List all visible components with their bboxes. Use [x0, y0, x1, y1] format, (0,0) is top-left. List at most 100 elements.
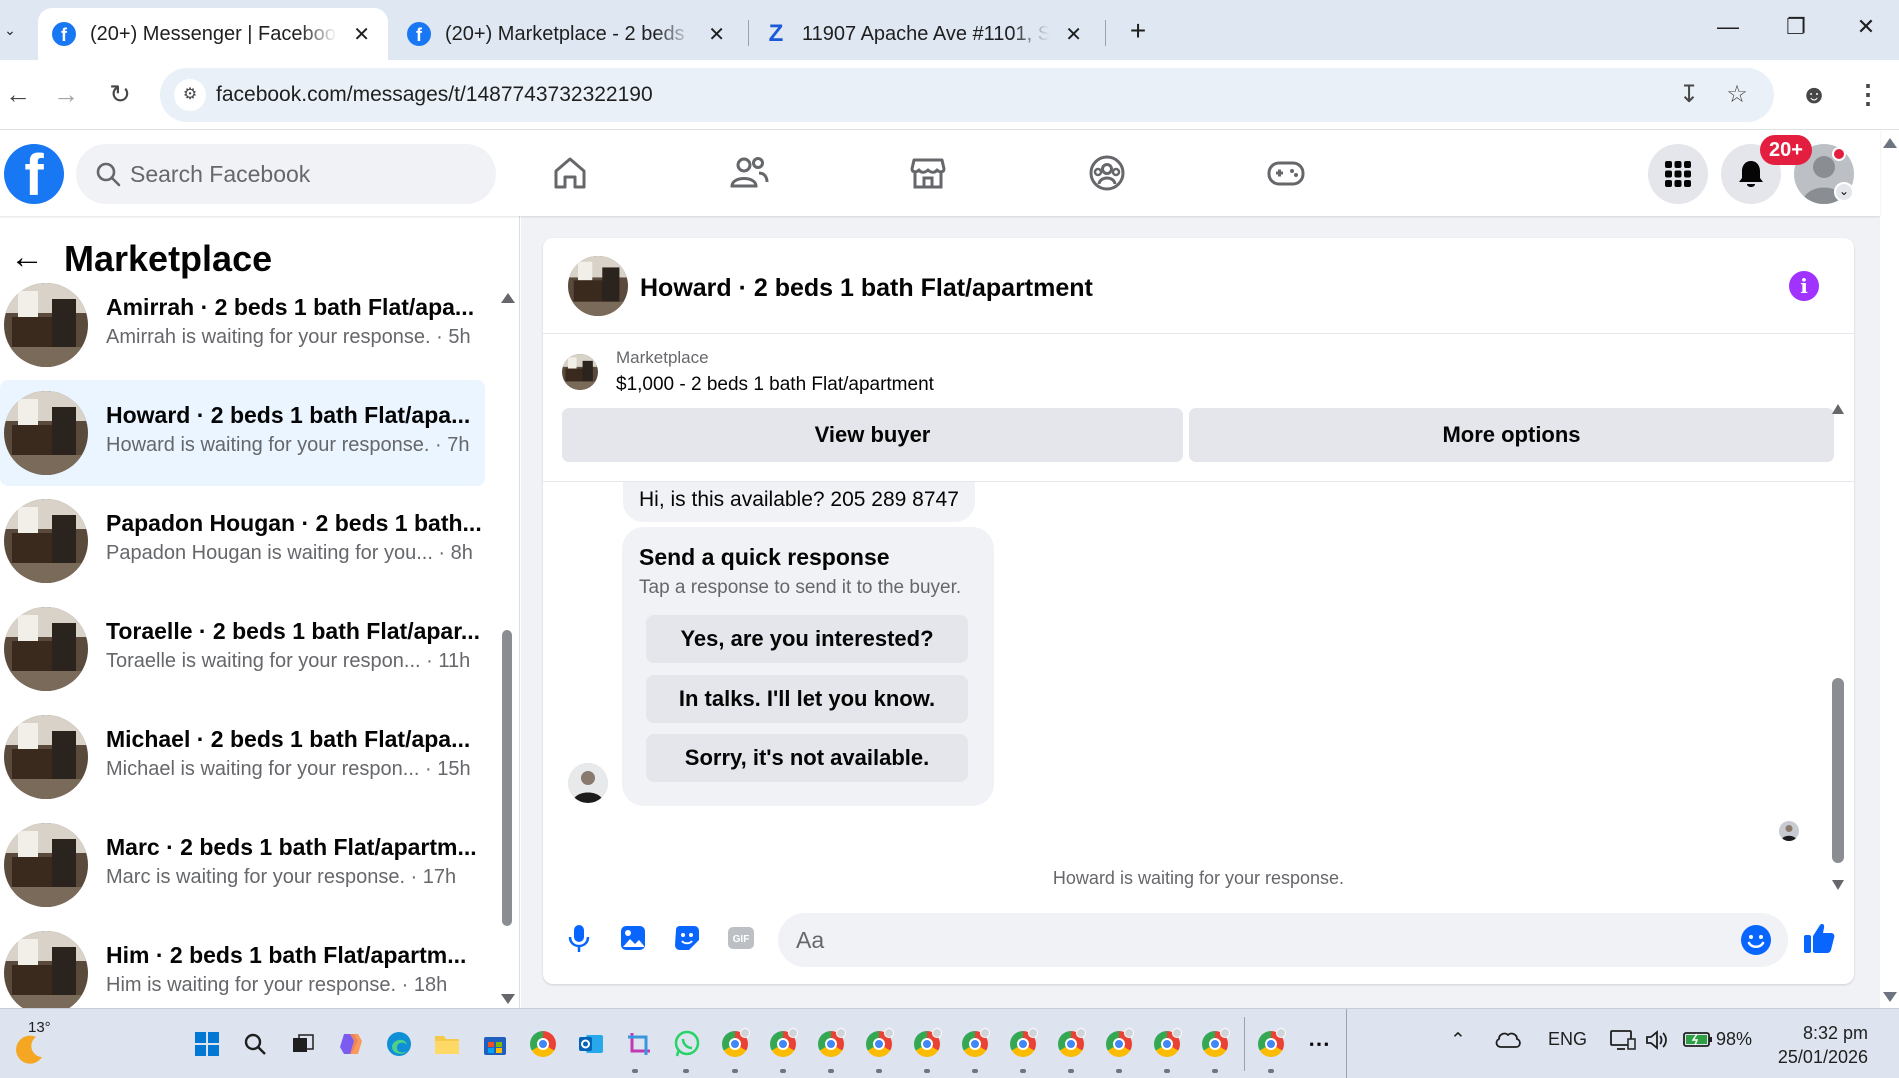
chrome-window-icon[interactable] [768, 1028, 798, 1059]
address-bar[interactable]: ⚙ facebook.com/messages/t/14877437323221… [160, 68, 1774, 122]
tray-chevron-icon[interactable]: ⌃ [1450, 1029, 1466, 1052]
back-icon[interactable]: ← [0, 76, 36, 112]
edge-browser-icon[interactable] [384, 1029, 414, 1059]
new-tab-button[interactable]: + [1120, 14, 1156, 50]
like-thumb-icon[interactable] [1800, 919, 1838, 957]
more-apps-icon[interactable]: ⋯ [1304, 1029, 1334, 1059]
profile-icon[interactable]: ☻ [1796, 76, 1832, 112]
incoming-message-bubble[interactable]: Hi, is this available? 205 289 8747 [623, 482, 975, 522]
groups-icon[interactable] [1082, 148, 1132, 198]
conversation-item-papadon-hougan[interactable]: Papadon Hougan · 2 beds 1 bath... Papado… [0, 488, 485, 594]
chrome-window-icon[interactable] [1200, 1028, 1230, 1059]
battery-icon[interactable] [1683, 1029, 1713, 1055]
outlook-icon[interactable] [576, 1029, 606, 1059]
info-icon[interactable]: i [1789, 271, 1819, 301]
quick-response-not-available-button[interactable]: Sorry, it's not available. [646, 734, 968, 782]
chat-listing-avatar[interactable] [568, 256, 628, 316]
chat-scrollbar[interactable] [1832, 678, 1844, 863]
emoji-icon[interactable] [1740, 924, 1772, 956]
more-options-button[interactable]: More options [1189, 408, 1834, 462]
task-view-icon[interactable] [288, 1029, 318, 1059]
browser-menu-icon[interactable]: ⋮ [1850, 76, 1886, 112]
windows-start-icon[interactable] [192, 1029, 222, 1059]
url-text[interactable]: facebook.com/messages/t/1487743732322190 [216, 83, 653, 107]
browser-tab-messenger[interactable]: f (20+) Messenger | Facebook ✕ [38, 8, 388, 60]
minimize-icon[interactable]: — [1708, 14, 1748, 46]
snipping-tool-icon[interactable] [624, 1029, 654, 1059]
chrome-window-icon[interactable] [1104, 1028, 1134, 1059]
chrome-taskbar-icon[interactable] [528, 1029, 558, 1059]
restore-icon[interactable]: ❐ [1776, 14, 1816, 46]
copilot-icon[interactable] [336, 1029, 366, 1059]
quick-response-in-talks-button[interactable]: In talks. I'll let you know. [646, 675, 968, 723]
chrome-window-icon[interactable] [1152, 1028, 1182, 1059]
photo-icon[interactable] [616, 921, 650, 955]
tab-search-chevron-icon[interactable]: ⌄ [0, 18, 20, 42]
onedrive-cloud-icon[interactable] [1494, 1029, 1522, 1055]
chrome-window-icon[interactable] [912, 1028, 942, 1059]
scroll-down-arrow-icon[interactable] [501, 994, 515, 1004]
browser-tab-marketplace[interactable]: f (20+) Marketplace - 2 beds 1 bath ✕ [393, 8, 743, 60]
search-box[interactable] [76, 144, 496, 204]
back-arrow-icon[interactable]: ← [10, 240, 46, 276]
chrome-window-icon[interactable] [960, 1028, 990, 1059]
conversation-item-him[interactable]: Him · 2 beds 1 bath Flat/apartm... Him i… [0, 920, 485, 1008]
network-monitor-icon[interactable] [1610, 1029, 1636, 1057]
conversation-item-amirrah[interactable]: Amirrah · 2 beds 1 bath Flat/apa... Amir… [0, 272, 485, 378]
sticker-icon[interactable] [670, 921, 704, 955]
microphone-icon[interactable] [562, 921, 596, 955]
file-explorer-icon[interactable] [432, 1029, 462, 1059]
message-composer[interactable] [778, 913, 1788, 967]
chrome-window-icon[interactable] [816, 1028, 846, 1059]
gif-icon[interactable]: GIF [724, 921, 758, 955]
marketplace-icon[interactable] [903, 148, 953, 198]
bookmark-star-icon[interactable]: ☆ [1722, 80, 1752, 110]
page-scroll-down-icon[interactable] [1883, 992, 1897, 1002]
chrome-window-icon[interactable] [864, 1028, 894, 1059]
conversation-item-toraelle[interactable]: Toraelle · 2 beds 1 bath Flat/apar... To… [0, 596, 485, 702]
browser-tab-zillow[interactable]: Z 11907 Apache Ave #1101, Savannah ✕ [750, 8, 1100, 60]
quick-response-yes-button[interactable]: Yes, are you interested? [646, 615, 968, 663]
close-tab-icon[interactable]: ✕ [1065, 22, 1082, 47]
page-scroll-up-icon[interactable] [1883, 138, 1897, 148]
page-scrollbar[interactable] [1880, 130, 1899, 1008]
account-chevron-icon[interactable]: ⌄ [1834, 182, 1854, 202]
listing-price[interactable]: $1,000 - 2 beds 1 bath Flat/apartment [616, 374, 934, 396]
close-tab-icon[interactable]: ✕ [708, 22, 725, 47]
view-buyer-button[interactable]: View buyer [562, 408, 1183, 462]
microsoft-store-icon[interactable] [480, 1029, 510, 1059]
gaming-icon[interactable] [1261, 148, 1311, 198]
chrome-window-icon[interactable] [1008, 1028, 1038, 1059]
chat-scroll-up-icon[interactable] [1832, 404, 1844, 414]
chrome-window-icon[interactable] [1256, 1028, 1286, 1059]
facebook-logo-icon[interactable]: f [4, 144, 64, 204]
weather-widget[interactable]: 13° [10, 1019, 51, 1064]
menu-grid-icon[interactable] [1648, 144, 1708, 204]
chrome-window-icon[interactable] [720, 1028, 750, 1059]
reload-icon[interactable]: ↻ [102, 76, 138, 112]
close-window-icon[interactable]: ✕ [1846, 14, 1886, 46]
scroll-up-arrow-icon[interactable] [501, 293, 515, 303]
home-icon[interactable] [545, 148, 595, 198]
input-language[interactable]: ENG [1548, 1029, 1587, 1050]
conversation-item-howard[interactable]: Howard · 2 beds 1 bath Flat/apa... Howar… [0, 380, 485, 486]
chat-scroll-down-icon[interactable] [1832, 880, 1844, 890]
close-tab-icon[interactable]: ✕ [353, 22, 370, 47]
taskbar-search-icon[interactable] [240, 1029, 270, 1059]
conversation-item-marc[interactable]: Marc · 2 beds 1 bath Flat/apartm... Marc… [0, 812, 485, 918]
install-app-icon[interactable]: ↧ [1674, 80, 1704, 110]
volume-icon[interactable] [1645, 1029, 1669, 1057]
search-input[interactable] [130, 144, 480, 204]
site-info-icon[interactable]: ⚙ [174, 79, 206, 111]
whatsapp-icon[interactable] [672, 1029, 702, 1059]
forward-icon[interactable]: → [48, 76, 84, 112]
conversation-item-michael[interactable]: Michael · 2 beds 1 bath Flat/apa... Mich… [0, 704, 485, 810]
sender-avatar[interactable] [568, 763, 608, 803]
chrome-window-icon[interactable] [1056, 1028, 1086, 1059]
system-clock[interactable]: 8:32 pm 25/01/2026 [1768, 1021, 1868, 1069]
chat-title[interactable]: Howard · 2 beds 1 bath Flat/apartment [640, 274, 1093, 303]
message-input[interactable] [796, 913, 1696, 967]
friends-icon[interactable] [724, 148, 774, 198]
conversation-preview: Marc is waiting for your response. · 17h [106, 866, 457, 888]
conversation-list-scrollbar[interactable] [502, 630, 512, 926]
